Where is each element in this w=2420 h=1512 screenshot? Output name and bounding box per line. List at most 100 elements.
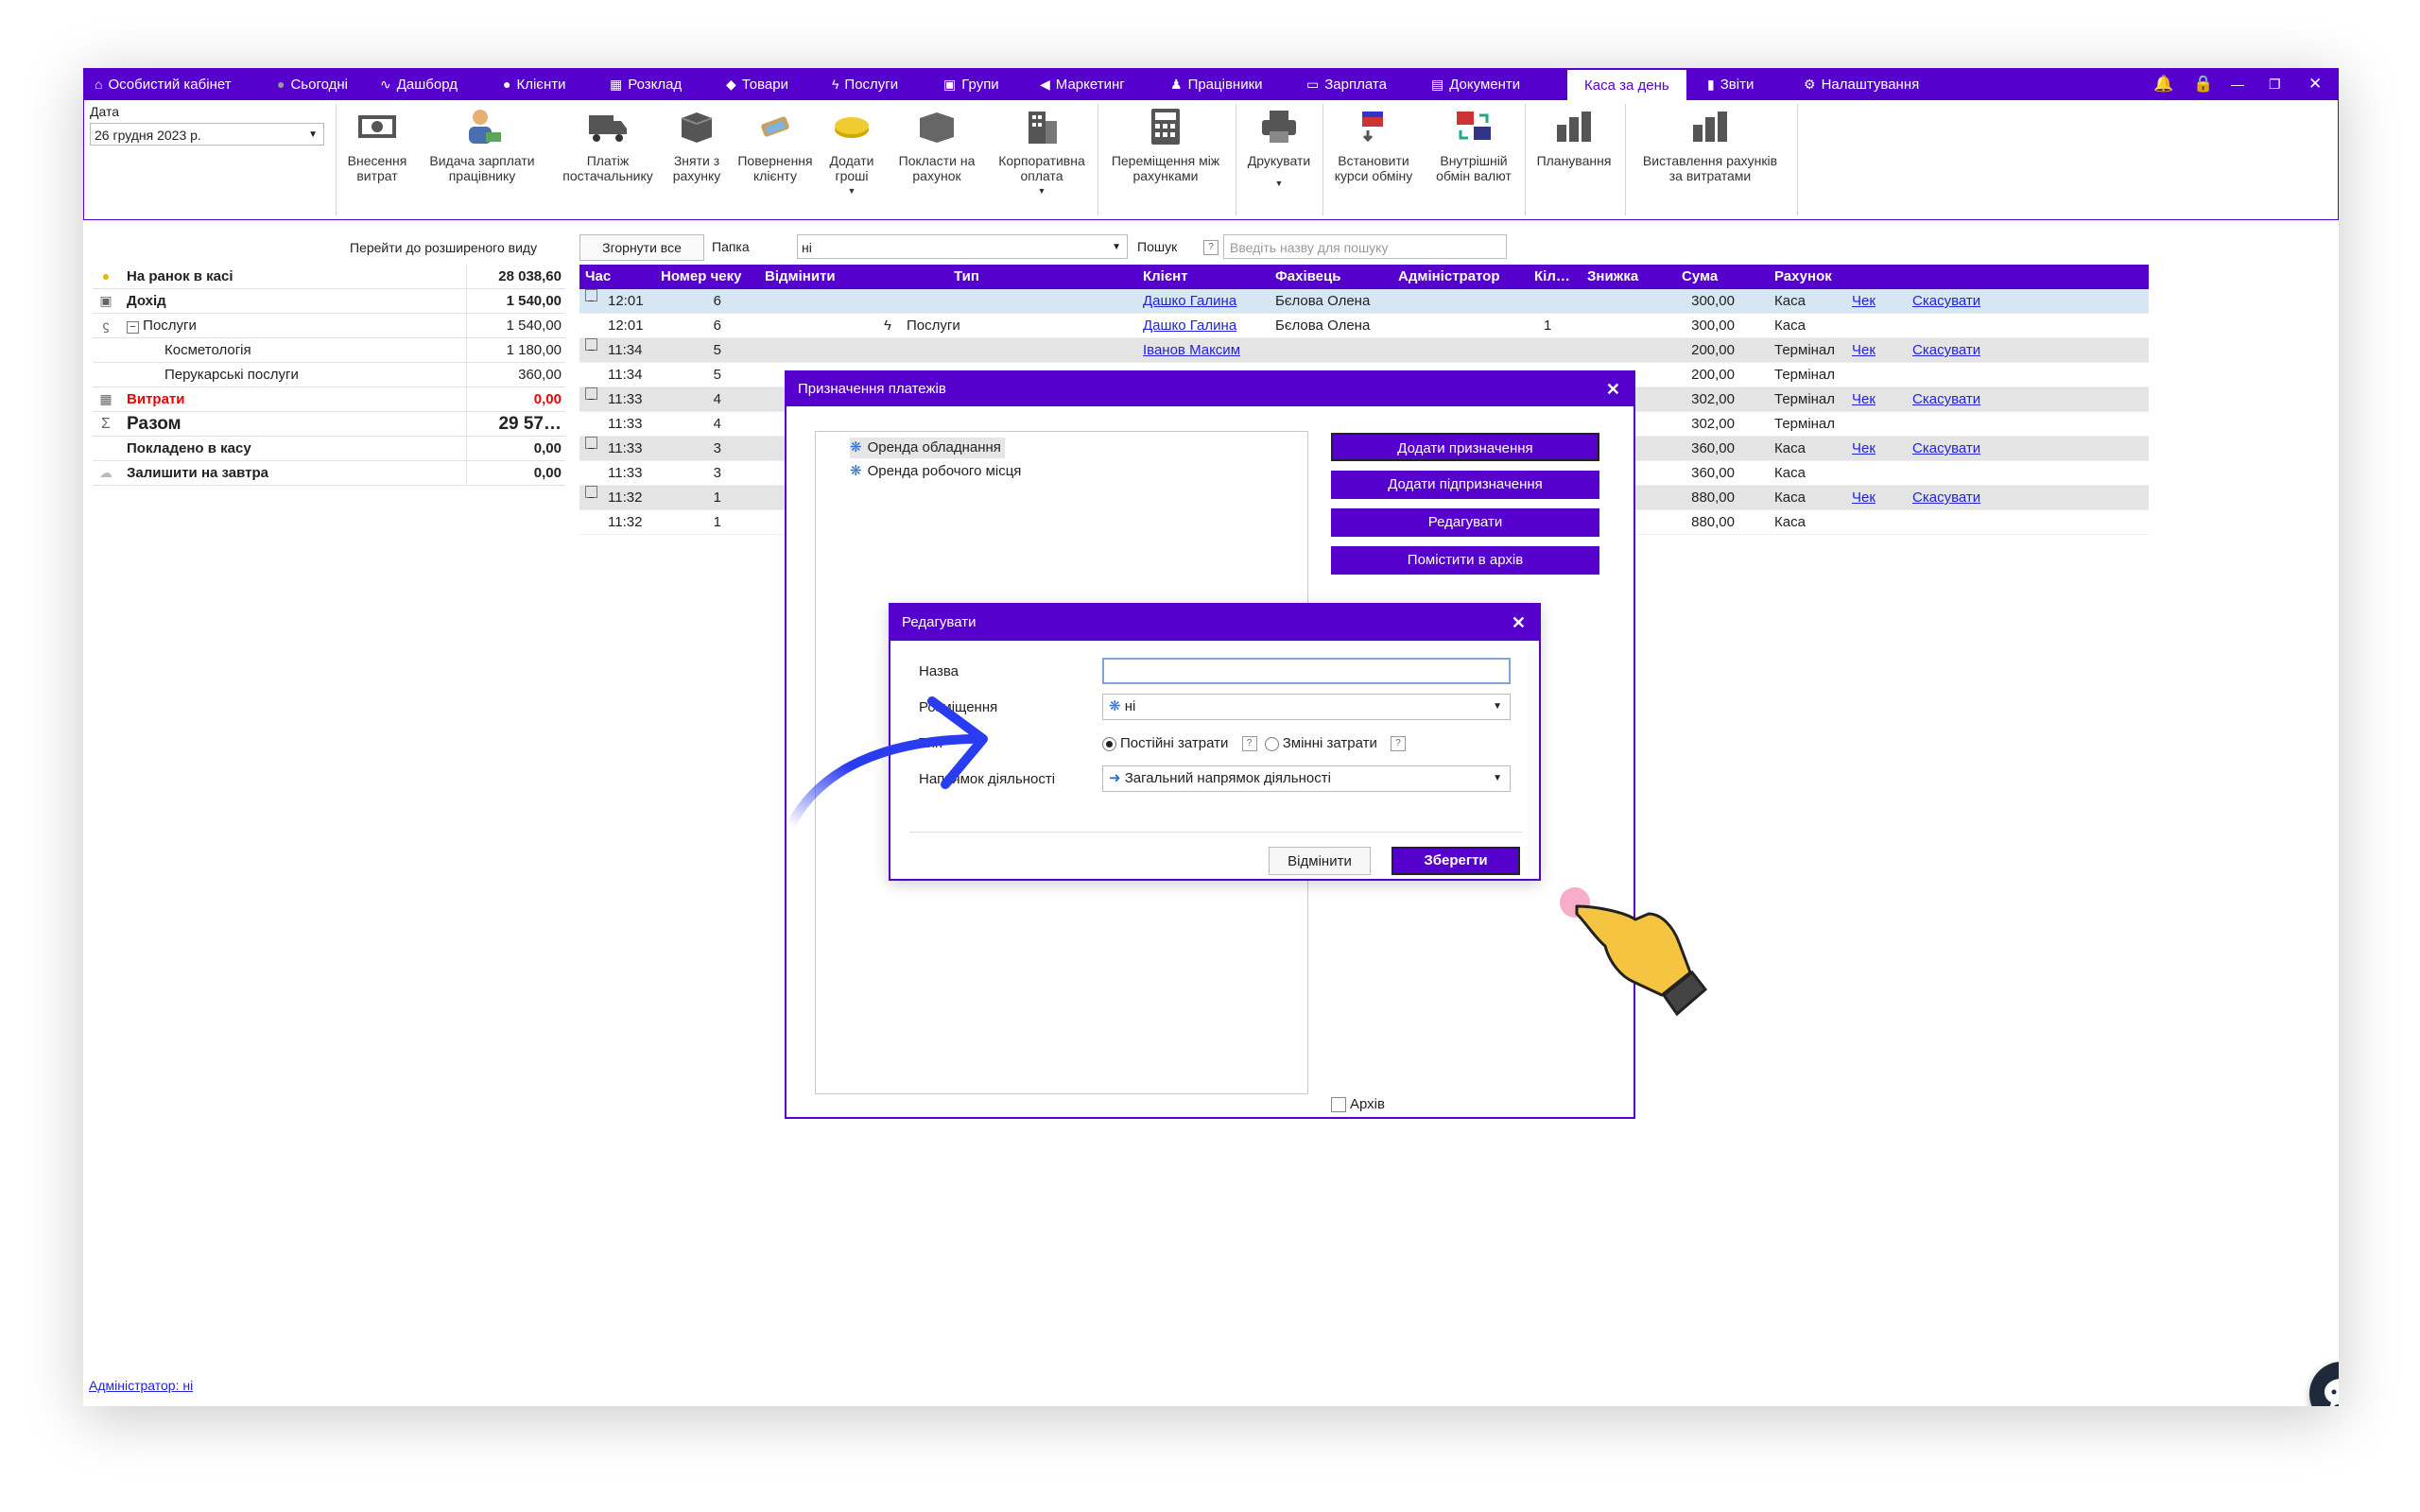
chat-button[interactable] <box>2309 1362 2339 1406</box>
sum-cell: 302,00 <box>1691 391 1735 407</box>
collapse-icon[interactable]: − <box>127 321 139 334</box>
add-expense-button[interactable]: Внесення витрат <box>337 106 417 183</box>
receipt-link[interactable]: Чек <box>1852 387 1876 411</box>
nav-services[interactable]: ϟ Послуги <box>832 68 898 100</box>
radio-fixed-costs[interactable] <box>1102 736 1116 751</box>
edit-button[interactable]: Редагувати <box>1331 508 1599 537</box>
client-link[interactable]: Іванов Максим <box>1143 338 1240 362</box>
nav-salary[interactable]: ▭ Зарплата <box>1306 68 1387 100</box>
archive-button[interactable]: Помістити в архів <box>1331 546 1599 575</box>
check-number-cell: 4 <box>713 416 721 432</box>
name-input[interactable] <box>1102 658 1511 684</box>
bell-icon[interactable]: 🔔 <box>2153 68 2173 100</box>
folder-select[interactable]: ні ▼ <box>797 234 1128 259</box>
close-icon[interactable]: ✕ <box>1512 605 1526 641</box>
receipt-link[interactable]: Чек <box>1852 486 1876 509</box>
minimize-icon[interactable]: — <box>2231 68 2244 100</box>
direction-select[interactable]: ➜ Загальний напрямок діяльності ▼ <box>1102 765 1511 792</box>
cancel-link[interactable]: Скасувати <box>1912 387 1980 411</box>
print-button[interactable]: Друкувати ▼ <box>1239 106 1319 191</box>
corporate-payment-button[interactable]: Корпоративна оплата ▼ <box>990 106 1094 198</box>
add-subpurpose-button[interactable]: Додати підпризначення <box>1331 471 1599 499</box>
client-link[interactable]: Дашко Галина <box>1143 289 1236 313</box>
nav-schedule[interactable]: ▦ Розклад <box>610 68 682 100</box>
calendar-icon: ▦ <box>610 77 623 92</box>
receipt-link[interactable]: Чек <box>1852 338 1876 362</box>
deposit-button[interactable]: Покласти на рахунок <box>888 106 986 183</box>
collapse-all-button[interactable]: Згорнути все <box>579 234 704 261</box>
archive-checkbox[interactable]: Архів <box>1331 1096 1385 1113</box>
nav-groups[interactable]: ▣ Групи <box>943 68 999 100</box>
client-link[interactable]: Дашко Галина <box>1143 314 1236 337</box>
help-icon[interactable]: ? <box>1203 240 1219 255</box>
cancel-link[interactable]: Скасувати <box>1912 289 1980 313</box>
lock-icon[interactable]: 🔒 <box>2193 68 2213 100</box>
pay-salary-button[interactable]: Видача зарплати працівнику <box>421 106 544 183</box>
close-icon[interactable]: ✕ <box>1606 372 1620 406</box>
column-header[interactable]: Рахунок <box>1774 265 1832 289</box>
summary-row[interactable]: ϛ − Послуги 1 540,00 <box>93 314 565 338</box>
cancel-link[interactable]: Скасувати <box>1912 437 1980 460</box>
close-icon[interactable]: ✕ <box>2308 68 2322 100</box>
set-exchange-rates-button[interactable]: Встановити курси обміну <box>1324 106 1423 183</box>
nav-employees[interactable]: ♟ Працівники <box>1170 68 1263 100</box>
search-input[interactable]: Введіть назву для пошуку <box>1223 234 1507 259</box>
date-picker[interactable]: 26 грудня 2023 р. ▼ <box>90 123 324 146</box>
time-cell: 11:34 <box>608 367 643 383</box>
column-header[interactable]: Знижка <box>1587 265 1638 289</box>
column-header[interactable]: Час <box>585 265 611 289</box>
nav-documents[interactable]: ▤ Документи <box>1431 68 1520 100</box>
ribbon-divider <box>1797 104 1798 215</box>
column-header[interactable]: Клієнт <box>1143 265 1188 289</box>
save-button[interactable]: Зберегти <box>1392 847 1520 875</box>
nav-dashboard[interactable]: ∿ Дашборд <box>380 68 458 100</box>
receipt-link[interactable]: Чек <box>1852 437 1876 460</box>
column-header[interactable]: Фахівець <box>1275 265 1340 289</box>
column-header[interactable]: Номер чеку <box>661 265 741 289</box>
nav-goods[interactable]: ◆ Товари <box>726 68 788 100</box>
invoice-expenses-button[interactable]: Виставлення рахунків за витратами <box>1627 106 1793 183</box>
client-refund-button[interactable]: Повернення клієнту <box>733 106 818 183</box>
table-row[interactable]: −12:01 6 Дашко Галина Бєлова Олена 300,00 Кас… <box>579 289 2149 314</box>
add-money-button[interactable]: Додати гроші ▼ <box>821 106 882 198</box>
column-header[interactable]: Кіл… <box>1534 265 1570 289</box>
cancel-button[interactable]: Відмінити <box>1269 847 1371 875</box>
nav-marketing[interactable]: ◀ Маркетинг <box>1040 68 1125 100</box>
receipt-link[interactable]: Чек <box>1852 289 1876 313</box>
money-icon: ▣ <box>99 293 112 308</box>
transfer-accounts-button[interactable]: Переміщення між рахунками <box>1099 106 1232 183</box>
internal-exchange-button[interactable]: Внутрішній обмін валют <box>1426 106 1521 183</box>
nav-reports[interactable]: ▮ Звіти <box>1707 68 1754 100</box>
column-header[interactable]: Адміністратор <box>1398 265 1500 289</box>
cancel-link[interactable]: Скасувати <box>1912 486 1980 509</box>
column-header[interactable]: Сума <box>1682 265 1718 289</box>
supplier-payment-button[interactable]: Платіж постачальнику <box>551 106 665 183</box>
tree-item[interactable]: ❋ Оренда обладнання <box>850 438 1005 458</box>
column-header[interactable]: Відмінити <box>765 265 836 289</box>
table-row[interactable]: 12:01 6 ϟ Послуги Дашко Галина Бєлова Олена 1 3… <box>579 314 2149 338</box>
tree-item[interactable]: ❋ Оренда робочого місця <box>850 461 1021 482</box>
lightning-icon: ϛ <box>102 318 110 333</box>
nav-today[interactable]: ● Сьогодні <box>277 68 348 100</box>
cancel-link[interactable]: Скасувати <box>1912 338 1980 362</box>
withdraw-button[interactable]: Зняти з рахунку <box>666 106 727 183</box>
extended-view-link[interactable]: Перейти до розширеного виду <box>350 240 537 255</box>
placement-select[interactable]: ❋ ні ▼ <box>1102 694 1511 720</box>
restore-icon[interactable]: ❐ <box>2269 68 2281 100</box>
nav-settings[interactable]: ⚙ Налаштування <box>1804 68 1919 100</box>
summary-row: Перукарські послуги 360,00 <box>93 363 565 387</box>
checkbox[interactable] <box>1331 1097 1346 1113</box>
radio-variable-costs[interactable] <box>1264 736 1279 751</box>
help-icon[interactable]: ? <box>1391 736 1407 752</box>
administrator-link[interactable]: Адміністратор: ні <box>89 1378 193 1393</box>
box-icon: ◆ <box>726 77 736 92</box>
planning-button[interactable]: Планування <box>1527 106 1621 168</box>
help-icon[interactable]: ? <box>1241 736 1257 752</box>
column-header[interactable]: Тип <box>954 265 979 289</box>
nav-personal-cabinet[interactable]: ⌂ Особистий кабінет <box>95 68 232 100</box>
add-purpose-button[interactable]: Додати призначення <box>1331 433 1599 461</box>
nav-cash-day[interactable]: Каса за день <box>1567 68 1686 100</box>
table-row[interactable]: −11:34 5 Іванов Максим 200,00 Термінал Чек Ска… <box>579 338 2149 363</box>
nav-clients[interactable]: ● Клієнти <box>503 68 565 100</box>
account-cell: Термінал <box>1774 416 1836 432</box>
